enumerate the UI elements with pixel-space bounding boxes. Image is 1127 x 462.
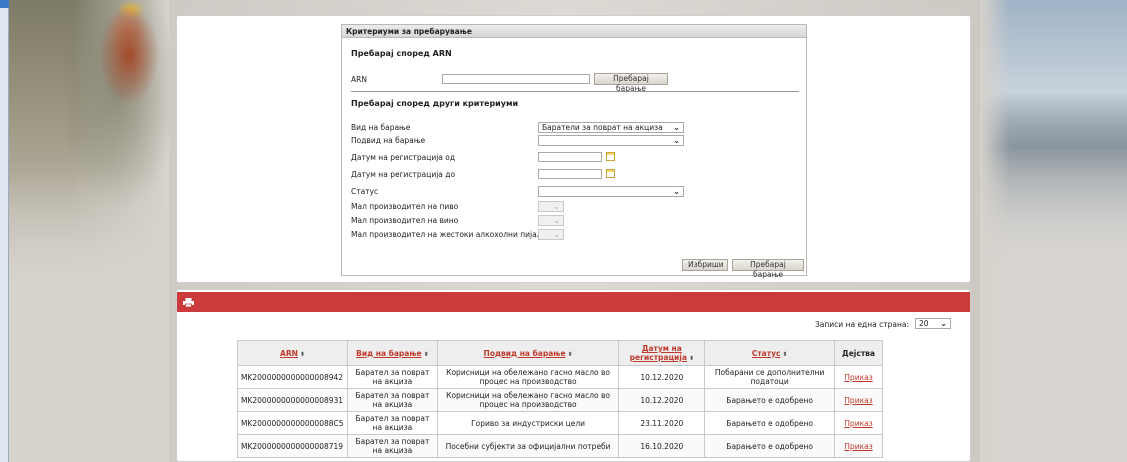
date-from-input[interactable] (538, 152, 602, 162)
print-icon[interactable] (183, 298, 194, 307)
cell-date: 23.11.2020 (618, 411, 706, 435)
sort-icon: ⬍ (423, 350, 429, 358)
chevron-down-icon: ⌄ (553, 202, 560, 211)
sort-icon: ⬍ (299, 350, 305, 358)
table-row: MK2000000000000008719 Барател за поврат … (237, 434, 883, 458)
column-header-subtype[interactable]: Подвид на барање ⬍ (436, 340, 620, 366)
cell-subtype: Корисници на обележано гасно масло во пр… (436, 388, 620, 412)
column-header-type[interactable]: Вид на барање ⬍ (346, 340, 438, 366)
section-divider (351, 91, 799, 92)
cell-action: Приказ (834, 365, 883, 389)
cell-subtype: Гориво за индустриски цели (436, 411, 620, 435)
search-criteria-box: Критериуми за пребарување Пребарај споре… (341, 24, 807, 279)
cell-action: Приказ (834, 411, 883, 435)
column-header-actions: Дејства (834, 340, 883, 366)
cell-subtype: Корисници на обележано гасно масло во пр… (436, 365, 620, 389)
date-from-label: Датум на регистрација од (351, 153, 456, 162)
column-header-status[interactable]: Статус ⬍ (704, 340, 835, 366)
cell-type: Барател за поврат на акциза (346, 388, 438, 412)
chevron-down-icon: ⌄ (673, 187, 680, 196)
cell-date: 16.10.2020 (618, 434, 706, 458)
results-panel: Записи на една страна: 20 ⌄ ARN ⬍ Вид на … (176, 289, 971, 462)
request-type-label: Вид на барање (351, 123, 411, 132)
request-type-select[interactable]: Баратели за поврат на акциза ⌄ (538, 122, 684, 133)
sort-icon: ⬍ (782, 350, 788, 358)
cell-date: 10.12.2020 (618, 365, 706, 389)
chevron-down-icon: ⌄ (553, 216, 560, 225)
calendar-icon[interactable] (606, 152, 615, 161)
sort-icon: ⬍ (567, 350, 573, 358)
request-type-value: Баратели за поврат на акциза (542, 123, 663, 132)
cell-action: Приказ (834, 388, 883, 412)
cell-status: Барањето е одобрено (704, 434, 835, 458)
header-photo-right (980, 0, 1127, 462)
cell-subtype: Посебни субјекти за официјални потреби (436, 434, 620, 458)
cell-status: Барањето е одобрено (704, 411, 835, 435)
search-button[interactable]: Пребарај барање (732, 259, 804, 279)
view-link[interactable]: Приказ (844, 373, 872, 382)
chevron-down-icon: ⌄ (940, 319, 947, 328)
beer-producer-select[interactable]: ⌄ (538, 201, 564, 212)
view-link[interactable]: Приказ (844, 442, 872, 451)
cell-status: Барањето е одобрено (704, 388, 835, 412)
ruler-corner (0, 0, 9, 8)
search-panel: Критериуми за пребарување Пребарај споре… (176, 15, 971, 283)
results-table: ARN ⬍ Вид на барање ⬍ Подвид на барање ⬍ Да… (237, 340, 883, 458)
per-page-select[interactable]: 20 ⌄ (915, 318, 951, 329)
per-page-label: Записи на една страна: (815, 320, 910, 329)
results-toolbar (177, 292, 970, 312)
date-to-input[interactable] (538, 169, 602, 179)
status-select[interactable]: ⌄ (538, 186, 684, 197)
request-subtype-label: Подвид на барање (351, 136, 426, 145)
cell-type: Барател за поврат на акциза (346, 411, 438, 435)
cell-action: Приказ (834, 434, 883, 458)
arn-label: ARN (351, 75, 367, 84)
wine-producer-select[interactable]: ⌄ (538, 215, 564, 226)
table-row: MK2000000000000008931 Барател за поврат … (237, 388, 883, 412)
arn-section-title: Пребарај според ARN (351, 49, 452, 58)
wine-producer-label: Мал производител на вино (351, 216, 459, 225)
cell-arn: MK2000000000000008719 (237, 434, 348, 458)
chevron-down-icon: ⌄ (673, 136, 680, 145)
beer-producer-label: Мал производител на пиво (351, 202, 459, 211)
cell-type: Барател за поврат на акциза (346, 365, 438, 389)
calendar-icon[interactable] (606, 169, 615, 178)
status-label: Статус (351, 187, 379, 196)
clear-button[interactable]: Избриши (682, 259, 728, 271)
cell-date: 10.12.2020 (618, 388, 706, 412)
table-row: MK2000000000000008942 Барател за поврат … (237, 365, 883, 389)
cell-arn: MK20000000000000088C5 (237, 411, 348, 435)
other-criteria-title: Пребарај според други критериуми (351, 99, 519, 108)
sort-icon: ⬍ (688, 355, 694, 362)
cell-arn: MK2000000000000008931 (237, 388, 348, 412)
spirits-producer-label: Мал производител на жестоки алкохолни пи… (351, 230, 557, 239)
cell-arn: MK2000000000000008942 (237, 365, 348, 389)
chevron-down-icon: ⌄ (553, 230, 560, 239)
request-subtype-select[interactable]: ⌄ (538, 135, 684, 146)
arn-input[interactable] (442, 74, 590, 84)
view-link[interactable]: Приказ (844, 396, 872, 405)
table-row: MK20000000000000088C5 Барател за поврат … (237, 411, 883, 435)
header-photo-left (9, 0, 169, 462)
search-criteria-header: Критериуми за пребарување (342, 25, 806, 38)
arn-search-button[interactable]: Пребарај барање (594, 73, 668, 93)
cell-status: Побарани се дополнителни податоци (704, 365, 835, 389)
spirits-producer-select[interactable]: ⌄ (538, 229, 564, 240)
chevron-down-icon: ⌄ (673, 123, 680, 132)
column-header-arn[interactable]: ARN ⬍ (237, 340, 348, 366)
view-link[interactable]: Приказ (844, 419, 872, 428)
column-header-date[interactable]: Датум на регистрација ⬍ (618, 340, 706, 366)
per-page-value: 20 (919, 319, 929, 328)
date-to-label: Датум на регистрација до (351, 170, 456, 179)
vertical-ruler (0, 0, 9, 462)
cell-type: Барател за поврат на акциза (346, 434, 438, 458)
table-header-row: ARN ⬍ Вид на барање ⬍ Подвид на барање ⬍ Да… (237, 340, 883, 366)
